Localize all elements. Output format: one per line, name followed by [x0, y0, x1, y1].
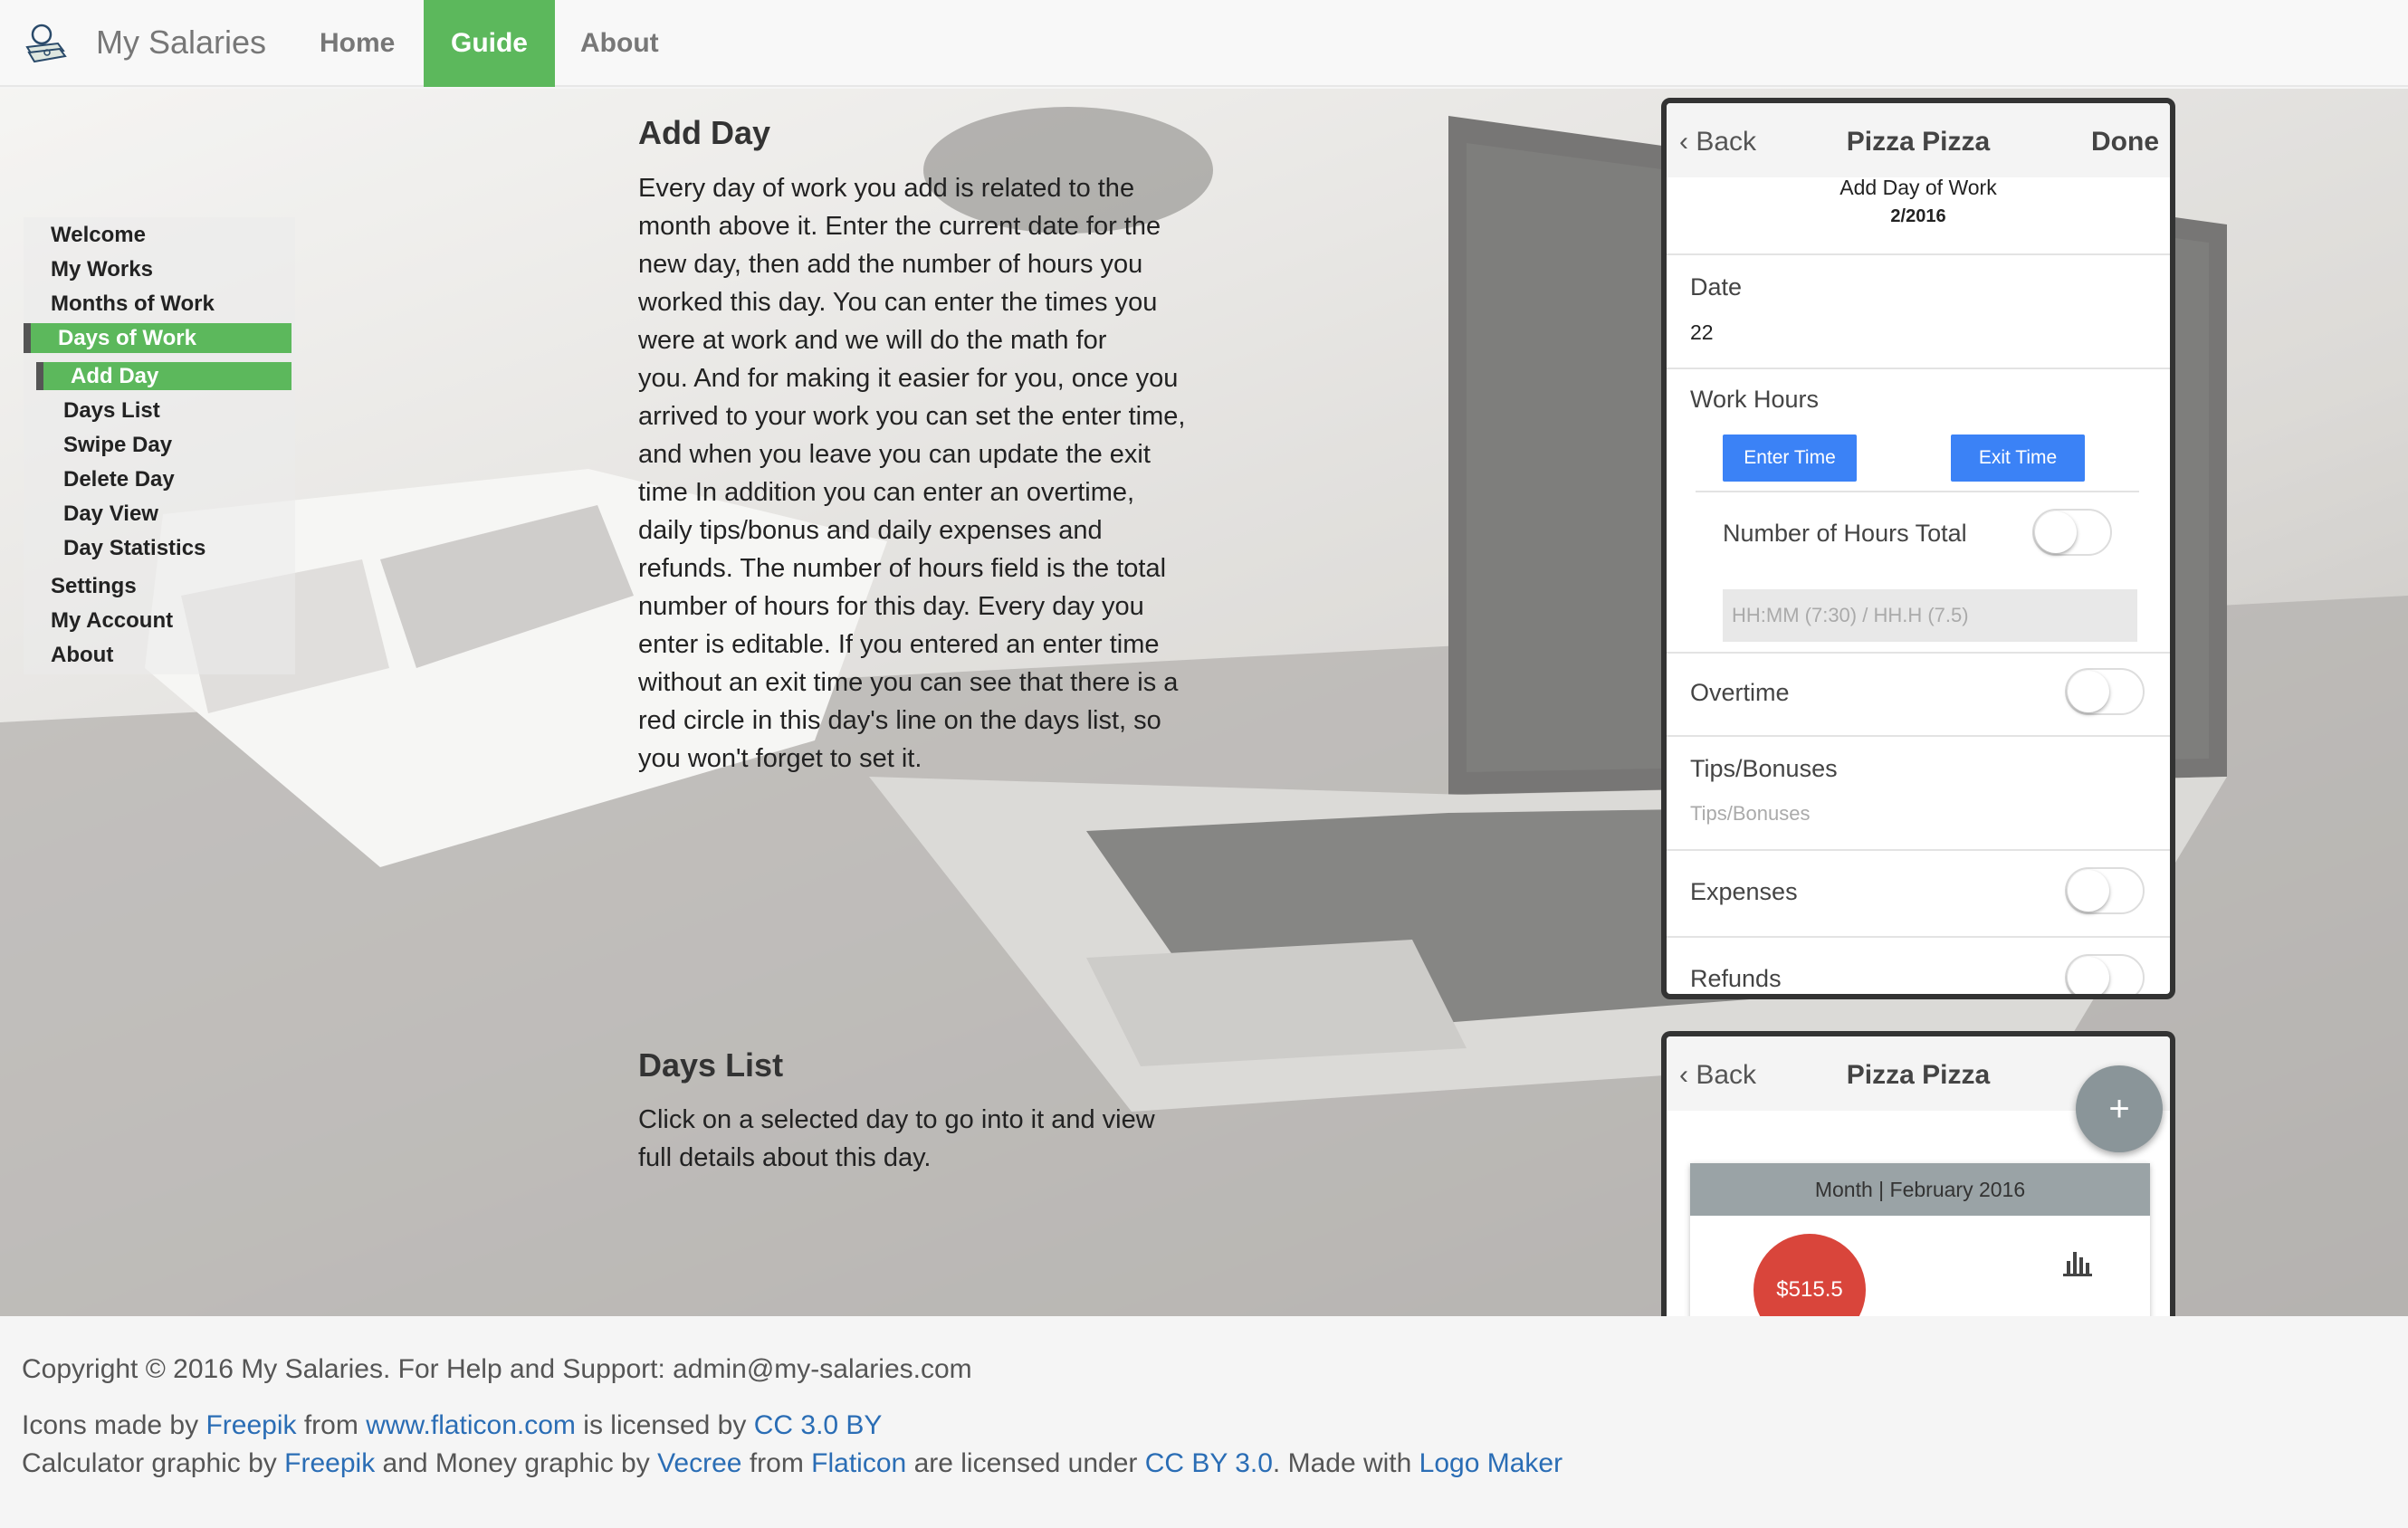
footer-graphics-credit: Calculator graphic by Freepik and Money … [22, 1448, 1562, 1479]
phone-add-day-screenshot: ‹ Back Pizza Pizza Done Add Day of Work … [1661, 98, 2175, 999]
add-day-line: daily tips/bonus and daily expenses and [638, 516, 1103, 545]
footer-link-freepik[interactable]: Freepik [205, 1410, 296, 1440]
hours-total-toggle[interactable] [2032, 509, 2112, 556]
month-card[interactable]: Month | February 2016 $515.5 [1690, 1163, 2150, 1330]
nav-home[interactable]: Home [294, 0, 420, 87]
divider [1667, 849, 2170, 851]
phone-subtitle: Add Day of Work [1839, 176, 1997, 199]
sidebar-item-delete-day[interactable]: Delete Day [63, 467, 175, 492]
footer-text: and Money graphic by [382, 1448, 650, 1478]
brand-name[interactable]: My Salaries [96, 24, 266, 62]
add-day-line: red circle in this day's line on the day… [638, 706, 1161, 735]
add-day-line: time In addition you can enter an overti… [638, 478, 1135, 507]
phone-period: 2/2016 [1890, 206, 1946, 226]
footer-icons-credit: Icons made by Freepik from www.flaticon.… [22, 1410, 882, 1441]
refunds-label: Refunds [1690, 965, 1782, 992]
bar-chart-icon[interactable] [2061, 1246, 2094, 1277]
sidebar-item-my-account[interactable]: My Account [51, 608, 173, 634]
add-day-line: you. And for making it easier for you, o… [638, 364, 1179, 393]
days-list-line: Click on a selected day to go into it an… [638, 1105, 1155, 1134]
nav-guide[interactable]: Guide [424, 0, 555, 87]
footer-link-logo-maker[interactable]: Logo Maker [1419, 1448, 1562, 1478]
add-day-line: enter is editable. If you entered an ent… [638, 630, 1160, 659]
add-day-title: Add Day [638, 114, 771, 151]
footer-text: are licensed under [913, 1448, 1138, 1478]
hours-total-input[interactable]: HH:MM (7:30) / HH.H (7.5) [1723, 589, 2137, 642]
add-day-line: Every day of work you add is related to … [638, 174, 1135, 203]
overtime-toggle[interactable] [2065, 668, 2145, 715]
add-day-line: month above it. Enter the current date f… [638, 212, 1161, 241]
days-list-line: full details about this day. [638, 1143, 932, 1172]
nav-about[interactable]: About [555, 0, 684, 87]
month-header: Month | February 2016 [1690, 1163, 2150, 1216]
footer-text: Icons made by [22, 1410, 199, 1440]
sidebar-item-days-list[interactable]: Days List [63, 398, 160, 424]
toggle-knob [2068, 957, 2109, 994]
toggle-knob [2068, 671, 2109, 712]
sidebar-item-add-day[interactable]: Add Day [36, 362, 291, 390]
footer-link-cc-by[interactable]: CC BY 3.0 [1145, 1448, 1273, 1478]
divider [1667, 936, 2170, 938]
add-day-line: worked this day. You can enter the times… [638, 288, 1158, 317]
hours-total-label: Number of Hours Total [1723, 520, 1967, 547]
sidebar-item-about[interactable]: About [51, 643, 113, 668]
footer-link-flaticon[interactable]: Flaticon [811, 1448, 906, 1478]
add-day-line: were at work and we will do the math for [638, 326, 1107, 355]
exit-time-button[interactable]: Exit Time [1951, 435, 2085, 482]
divider [1696, 491, 2139, 492]
add-day-line: new day, then add the number of hours yo… [638, 250, 1143, 279]
money-stack-logo-icon[interactable] [22, 20, 69, 67]
sidebar-item-day-statistics[interactable]: Day Statistics [63, 536, 205, 561]
expenses-label: Expenses [1690, 878, 1798, 905]
footer-text: from [749, 1448, 804, 1478]
phone-days-list-screenshot: ‹ Back Pizza Pizza + Month | February 20… [1661, 1031, 2175, 1330]
tips-input[interactable]: Tips/Bonuses [1690, 802, 1810, 826]
sidebar-item-swipe-day[interactable]: Swipe Day [63, 433, 172, 458]
add-day-line: refunds. The number of hours field is th… [638, 554, 1167, 583]
page-footer: Copyright © 2016 My Salaries. For Help a… [0, 1316, 2408, 1528]
add-day-line: without an exit time you can see that th… [638, 668, 1179, 697]
footer-text: . Made with [1272, 1448, 1412, 1478]
add-day-line: and when you leave you can update the ex… [638, 440, 1151, 469]
divider [1667, 735, 2170, 737]
footer-text: Calculator graphic by [22, 1448, 277, 1478]
sidebar-item-day-view[interactable]: Day View [63, 501, 158, 527]
sidebar-item-months-of-work[interactable]: Months of Work [51, 291, 215, 317]
sidebar-item-days-of-work[interactable]: Days of Work [24, 323, 291, 353]
footer-text: is licensed by [583, 1410, 747, 1440]
phone-header: ‹ Back Pizza Pizza Done [1667, 103, 2170, 177]
divider [1667, 652, 2170, 654]
tips-label: Tips/Bonuses [1690, 755, 1838, 782]
hours-placeholder: HH:MM (7:30) / HH.H (7.5) [1732, 604, 1969, 626]
sidebar-item-my-works[interactable]: My Works [51, 257, 153, 282]
divider [1667, 368, 2170, 369]
sidebar-item-settings[interactable]: Settings [51, 574, 137, 599]
toggle-knob [2035, 511, 2077, 553]
divider [1667, 253, 2170, 255]
date-field[interactable]: 22 [1690, 320, 1714, 345]
add-day-fab-button[interactable]: + [2076, 1065, 2163, 1152]
footer-copyright: Copyright © 2016 My Salaries. For Help a… [22, 1354, 972, 1384]
days-list-description: Click on a selected day to go into it an… [638, 1101, 1155, 1177]
refunds-toggle[interactable] [2065, 954, 2145, 994]
work-hours-label: Work Hours [1690, 386, 1820, 413]
footer-link-freepik[interactable]: Freepik [284, 1448, 375, 1478]
date-label: Date [1690, 273, 1743, 301]
footer-link-flaticon-site[interactable]: www.flaticon.com [366, 1410, 576, 1440]
sidebar-item-welcome[interactable]: Welcome [51, 223, 146, 248]
overtime-label: Overtime [1690, 679, 1790, 706]
toggle-knob [2068, 870, 2109, 912]
top-navbar: My Salaries Home Guide About [0, 0, 2408, 87]
footer-text: from [303, 1410, 358, 1440]
add-day-line: number of hours for this day. Every day … [638, 592, 1144, 621]
footer-link-cc-license[interactable]: CC 3.0 BY [754, 1410, 883, 1440]
footer-link-vecree[interactable]: Vecree [657, 1448, 741, 1478]
add-day-description: Every day of work you add is related to … [638, 169, 1185, 778]
days-list-title: Days List [638, 1046, 784, 1084]
enter-time-button[interactable]: Enter Time [1723, 435, 1857, 482]
add-day-line: arrived to your work you can set the ent… [638, 402, 1186, 431]
expenses-toggle[interactable] [2065, 867, 2145, 914]
add-day-line: you won't forget to set it. [638, 744, 922, 773]
done-button[interactable]: Done [2091, 127, 2159, 158]
